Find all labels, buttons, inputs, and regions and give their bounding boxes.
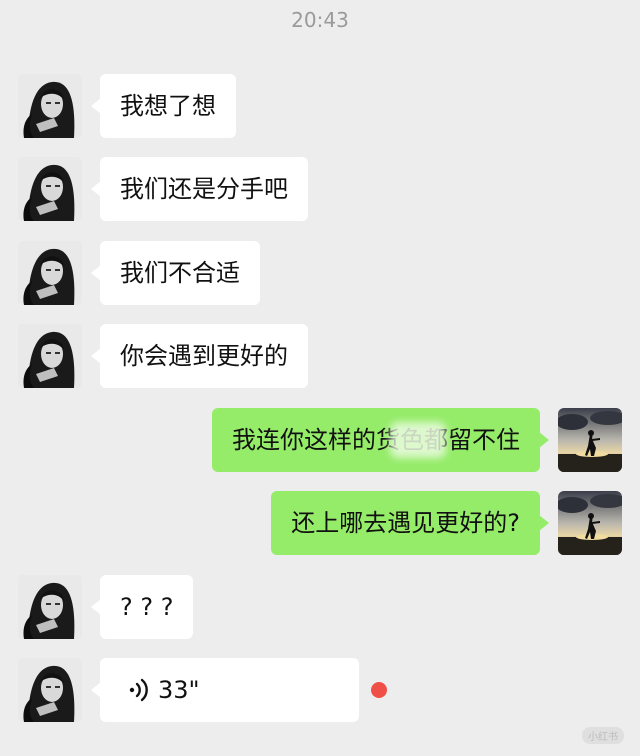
blurred-region: [390, 422, 446, 458]
incoming-message-bubble[interactable]: 我们还是分手吧: [91, 157, 308, 221]
outgoing-message-bubble[interactable]: 还上哪去遇见更好的?: [271, 491, 549, 555]
chat-screen: 20:43 我想了想 我们还是分手吧 我们不合适 你会遇到更好的 我连你这样的货…: [0, 0, 640, 756]
self-avatar[interactable]: [558, 408, 622, 472]
unread-indicator: [371, 682, 387, 698]
contact-avatar[interactable]: [18, 157, 82, 221]
incoming-message-bubble[interactable]: ? ? ?: [90, 575, 194, 639]
message-text: 我们还是分手吧: [120, 175, 288, 203]
contact-avatar[interactable]: [18, 658, 82, 722]
contact-avatar[interactable]: [18, 324, 82, 388]
contact-avatar[interactable]: [18, 74, 82, 138]
contact-avatar[interactable]: [18, 575, 82, 639]
voice-message-bubble[interactable]: 33": [91, 658, 359, 722]
message-text: 我连你这样的货色都留不住: [232, 426, 520, 454]
outgoing-message-bubble[interactable]: 我连你这样的货色都留不住: [212, 408, 549, 472]
message-timestamp: 20:43: [291, 8, 349, 32]
message-text: 还上哪去遇见更好的?: [291, 509, 520, 537]
watermark: 小红书: [582, 727, 624, 744]
voice-duration: 33": [158, 676, 200, 704]
voice-wave-icon: [129, 678, 148, 702]
message-text: 我想了想: [120, 92, 216, 120]
incoming-message-bubble[interactable]: 你会遇到更好的: [91, 324, 308, 388]
self-avatar[interactable]: [558, 491, 622, 555]
message-text: 你会遇到更好的: [120, 342, 288, 370]
message-text: ? ? ?: [120, 593, 174, 621]
incoming-message-bubble[interactable]: 我们不合适: [91, 241, 260, 305]
incoming-message-bubble[interactable]: 我想了想: [91, 74, 236, 138]
contact-avatar[interactable]: [18, 241, 82, 305]
message-text: 我们不合适: [120, 259, 240, 287]
